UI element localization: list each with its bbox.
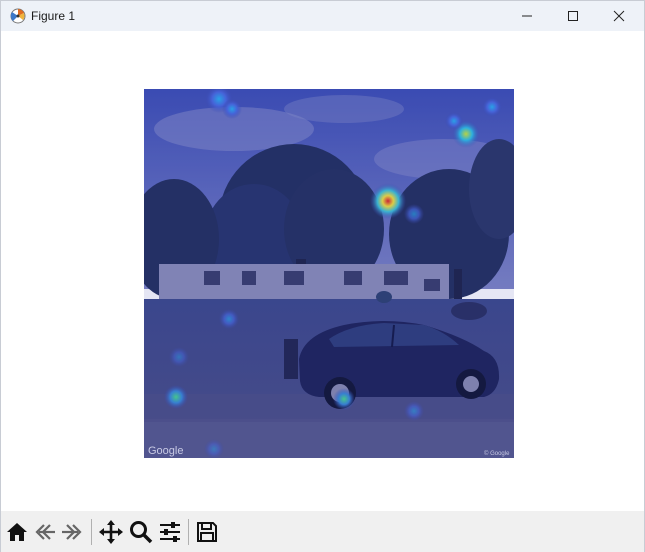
title-bar[interactable]: Figure 1 (1, 1, 644, 31)
pan-button[interactable] (98, 519, 124, 545)
forward-button[interactable] (59, 519, 85, 545)
home-icon (7, 523, 27, 541)
close-icon (613, 10, 625, 22)
toolbar-separator (188, 519, 189, 545)
navigation-toolbar (1, 511, 644, 552)
configure-subplots-button[interactable] (157, 519, 183, 545)
zoom-icon (130, 521, 153, 544)
street-view-heatmap: Google © Google (144, 89, 514, 458)
zoom-button[interactable] (128, 519, 154, 545)
save-button[interactable] (194, 519, 220, 545)
back-icon (35, 524, 55, 540)
maximize-icon (568, 11, 578, 21)
figure-canvas[interactable]: Google © Google (1, 31, 644, 511)
save-icon (197, 522, 217, 542)
maximize-button[interactable] (550, 1, 596, 31)
toolbar-separator (91, 519, 92, 545)
figure-window: Figure 1 Google © Google (0, 0, 645, 552)
pan-icon (99, 520, 123, 544)
minimize-icon (522, 15, 532, 17)
window-title: Figure 1 (31, 9, 76, 23)
back-button[interactable] (32, 519, 58, 545)
forward-icon (62, 524, 82, 540)
google-watermark-right: © Google (484, 450, 510, 457)
google-watermark-left: Google (148, 445, 183, 457)
home-button[interactable] (4, 519, 30, 545)
heatmap-overlay-image: Google © Google (144, 89, 514, 458)
close-button[interactable] (596, 1, 642, 31)
minimize-button[interactable] (504, 1, 550, 31)
matplotlib-app-icon (10, 8, 26, 24)
configure-subplots-icon (160, 522, 180, 542)
